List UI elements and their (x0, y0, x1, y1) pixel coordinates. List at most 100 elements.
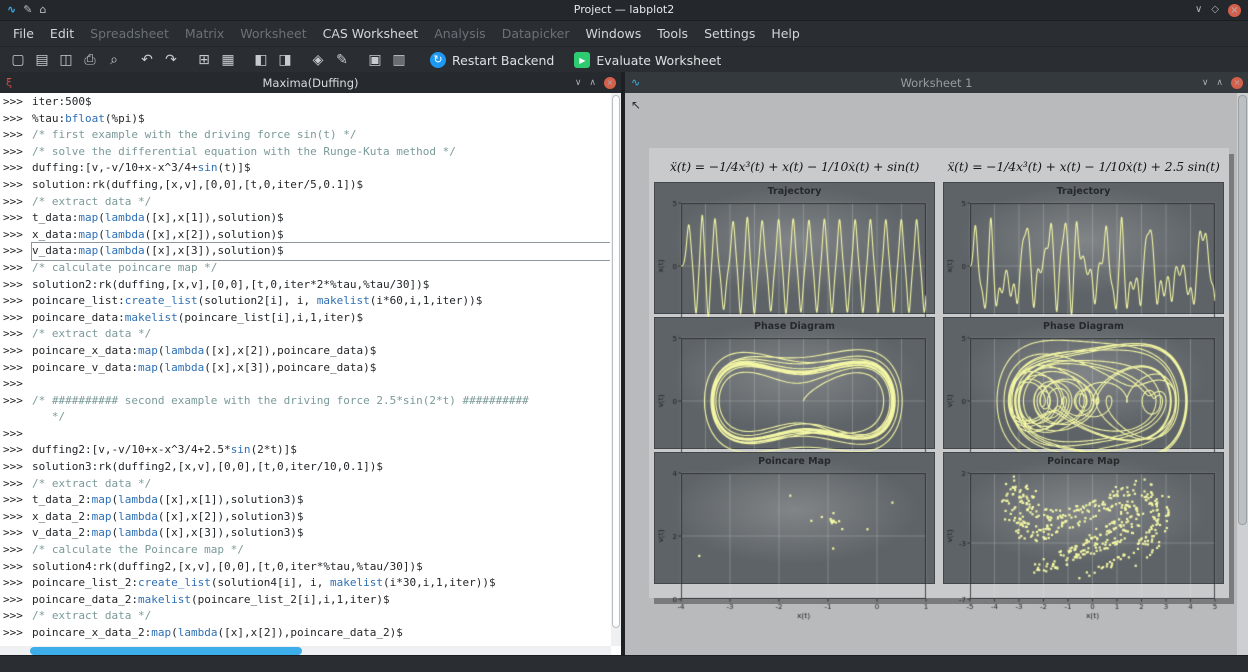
console-prompt: >>> (3, 210, 32, 227)
new-spreadsheet-icon: ⊞ (198, 52, 210, 68)
undo-button[interactable]: ↶ (135, 49, 159, 71)
console-line: >>> (3, 376, 610, 393)
close-icon[interactable]: × (1228, 4, 1241, 17)
play-icon: ▶ (574, 52, 590, 68)
console-code: solution:rk(duffing,[x,v],[0,0],[t,0,ite… (32, 177, 610, 194)
worksheet-vertical-scrollbar[interactable] (1237, 93, 1248, 656)
menu-help[interactable]: Help (763, 21, 808, 46)
console-vertical-scrollbar-thumb[interactable] (612, 95, 620, 628)
worksheet-sheet[interactable]: ẍ(t) = −1/4x³(t) + x(t) − 1/10ẋ(t) + sin… (649, 148, 1229, 598)
toolbar-buttons: ▢▤◫⎙⌕ ↶ ↷ ⊞ ▦ ◧ ◨ ◈✎ ▣▥ (6, 49, 420, 71)
new-notebook-button[interactable]: ▥ (387, 49, 411, 71)
phase-2-plot[interactable]: Phase Diagram (943, 317, 1224, 449)
cas-worksheet-window: ξ Maxima(Duffing) ∨∧× >>>iter:500$>>>%ta… (0, 72, 625, 656)
save-document-button[interactable]: ◫ (54, 49, 78, 71)
console-line: >>> */ (3, 409, 610, 426)
toolbar-separator (411, 49, 420, 71)
menu-windows[interactable]: Windows (577, 21, 649, 46)
maxima-console[interactable]: >>>iter:500$>>>%tau:bfloat(%pi)$>>>/* fi… (0, 93, 621, 656)
toggle-project-explorer-button[interactable]: ◧ (249, 49, 273, 71)
new-spreadsheet-button[interactable]: ⊞ (192, 49, 216, 71)
float-icon[interactable]: ∧ (589, 78, 596, 88)
console-code: poincare_v_data:map(lambda([x],x[3]),poi… (32, 360, 610, 377)
new-matrix-button[interactable]: ▦ (216, 49, 240, 71)
main-toolbar: ▢▤◫⎙⌕ ↶ ↷ ⊞ ▦ ◧ ◨ ◈✎ ▣▥ ↻ Restart Backend ▶ Eval… (0, 47, 1248, 74)
menu-settings[interactable]: Settings (696, 21, 763, 46)
worksheet-window-titlebar[interactable]: ∿ Worksheet 1 ∨∧× (625, 72, 1248, 93)
cas-window-controls: ∨ ∧ × (575, 77, 621, 89)
toggle-properties-explorer-icon: ◨ (278, 52, 291, 68)
app-icon: ∿ (7, 0, 16, 20)
console-code: duffing:[v,-v/10+x-x^3/4+sin(t)]$ (32, 160, 610, 177)
new-document-button[interactable]: ▢ (6, 49, 30, 71)
worksheet-vertical-scrollbar-thumb[interactable] (1238, 95, 1247, 525)
close-icon[interactable]: × (1231, 77, 1243, 89)
console-prompt: >>> (3, 127, 32, 144)
console-line: >>>solution2:rk(duffing,[x,v],[0,0],[t,0… (3, 277, 610, 294)
close-icon[interactable]: × (604, 77, 616, 89)
console-line: >>>poincare_list_2:create_list(solution4… (3, 575, 610, 592)
worksheet-window: ∿ Worksheet 1 ∨∧× ↖ ẍ(t) = −1/4x³(t) + x… (625, 72, 1248, 656)
toolbar-separator (297, 49, 306, 71)
console-horizontal-scrollbar-thumb[interactable] (30, 647, 302, 655)
worksheet-icon: ∿ (631, 72, 640, 93)
console-line: >>>/* solve the differential equation wi… (3, 144, 610, 161)
shade-icon[interactable]: ∨ (575, 78, 582, 88)
toggle-properties-explorer-button[interactable]: ◨ (273, 49, 297, 71)
console-prompt: >>> (3, 608, 32, 625)
menu-file[interactable]: File (5, 21, 42, 46)
maximize-icon[interactable]: ◇ (1211, 3, 1219, 17)
worksheet-view[interactable]: ↖ ẍ(t) = −1/4x³(t) + x(t) − 1/10ẋ(t) + s… (625, 93, 1248, 656)
console-code: x_data:map(lambda([x],x[2]),solution)$ (32, 227, 610, 244)
console-code: /* calculate the Poincare map */ (32, 542, 610, 559)
console-code: v_data_2:map(lambda([x],x[3]),solution3)… (32, 525, 610, 542)
console-code: solution4:rk(duffing2,[x,v],[0,0],[t,0,i… (32, 559, 610, 576)
console-prompt: >>> (3, 492, 32, 509)
restart-backend-label: Restart Backend (452, 53, 554, 68)
console-line: >>>solution4:rk(duffing2,[x,v],[0,0],[t,… (3, 559, 610, 576)
cas-window-titlebar[interactable]: ξ Maxima(Duffing) ∨∧× (0, 72, 621, 93)
restart-backend-button[interactable]: ↻ Restart Backend (420, 48, 564, 72)
redo-button[interactable]: ↷ (159, 49, 183, 71)
shade-icon[interactable]: ∨ (1202, 78, 1209, 88)
new-matrix-icon: ▦ (221, 52, 234, 68)
equation-label-1[interactable]: ẍ(t) = −1/4x³(t) + x(t) − 1/10ẋ(t) + sin… (654, 153, 935, 179)
minimize-icon[interactable]: ∨ (1195, 3, 1202, 17)
worksheet-window-controls: ∨ ∧ × (1202, 77, 1248, 89)
open-document-button[interactable]: ▤ (30, 49, 54, 71)
console-code: duffing2:[v,-v/10+x-x^3/4+2.5*sin(2*t)]$ (32, 442, 610, 459)
equation-label-2[interactable]: ẍ(t) = −1/4x³(t) + x(t) − 1/10ẋ(t) + 2.5… (943, 153, 1224, 179)
console-prompt: >>> (3, 326, 32, 343)
window-titlebar[interactable]: ∿✎⌂ Project — labplot2 ∨◇× (0, 0, 1248, 21)
maxima-icon: ξ (6, 72, 12, 93)
toolbar-separator (183, 49, 192, 71)
menu-edit[interactable]: Edit (42, 21, 82, 46)
edit-tool-button[interactable]: ✎ (330, 49, 354, 71)
console-prompt: >>> (3, 343, 32, 360)
edit-icon: ✎ (23, 0, 32, 20)
console-code (32, 426, 610, 443)
console-vertical-scrollbar[interactable] (611, 93, 621, 646)
new-workbook-button[interactable]: ▣ (363, 49, 387, 71)
menu-cas-worksheet[interactable]: CAS Worksheet (315, 21, 427, 46)
toolbar-separator (126, 49, 135, 71)
undo-icon: ↶ (141, 52, 153, 68)
evaluate-worksheet-button[interactable]: ▶ Evaluate Worksheet (564, 48, 731, 72)
console-line: >>>/* ########## second example with the… (3, 393, 610, 410)
poincare-2-canvas (944, 470, 1223, 620)
trajectory-2-plot[interactable]: Trajectory (943, 182, 1224, 314)
console-prompt: >>> (3, 277, 32, 294)
console-code: solution3:rk(duffing2,[x,v],[0,0],[t,0,i… (32, 459, 610, 476)
phase-1-plot[interactable]: Phase Diagram (654, 317, 935, 449)
menu-tools[interactable]: Tools (649, 21, 696, 46)
poincare-1-plot[interactable]: Poincare Map (654, 452, 935, 584)
print-preview-button[interactable]: ⌕ (102, 49, 126, 71)
console-prompt: >>> (3, 293, 32, 310)
plot-title: Poincare Map (655, 453, 934, 470)
console-code: /* solve the differential equation with … (32, 144, 610, 161)
trajectory-1-plot[interactable]: Trajectory (654, 182, 935, 314)
float-icon[interactable]: ∧ (1216, 78, 1223, 88)
datapicker-tool-button[interactable]: ◈ (306, 49, 330, 71)
poincare-2-plot[interactable]: Poincare Map (943, 452, 1224, 584)
print-button[interactable]: ⎙ (78, 49, 102, 71)
